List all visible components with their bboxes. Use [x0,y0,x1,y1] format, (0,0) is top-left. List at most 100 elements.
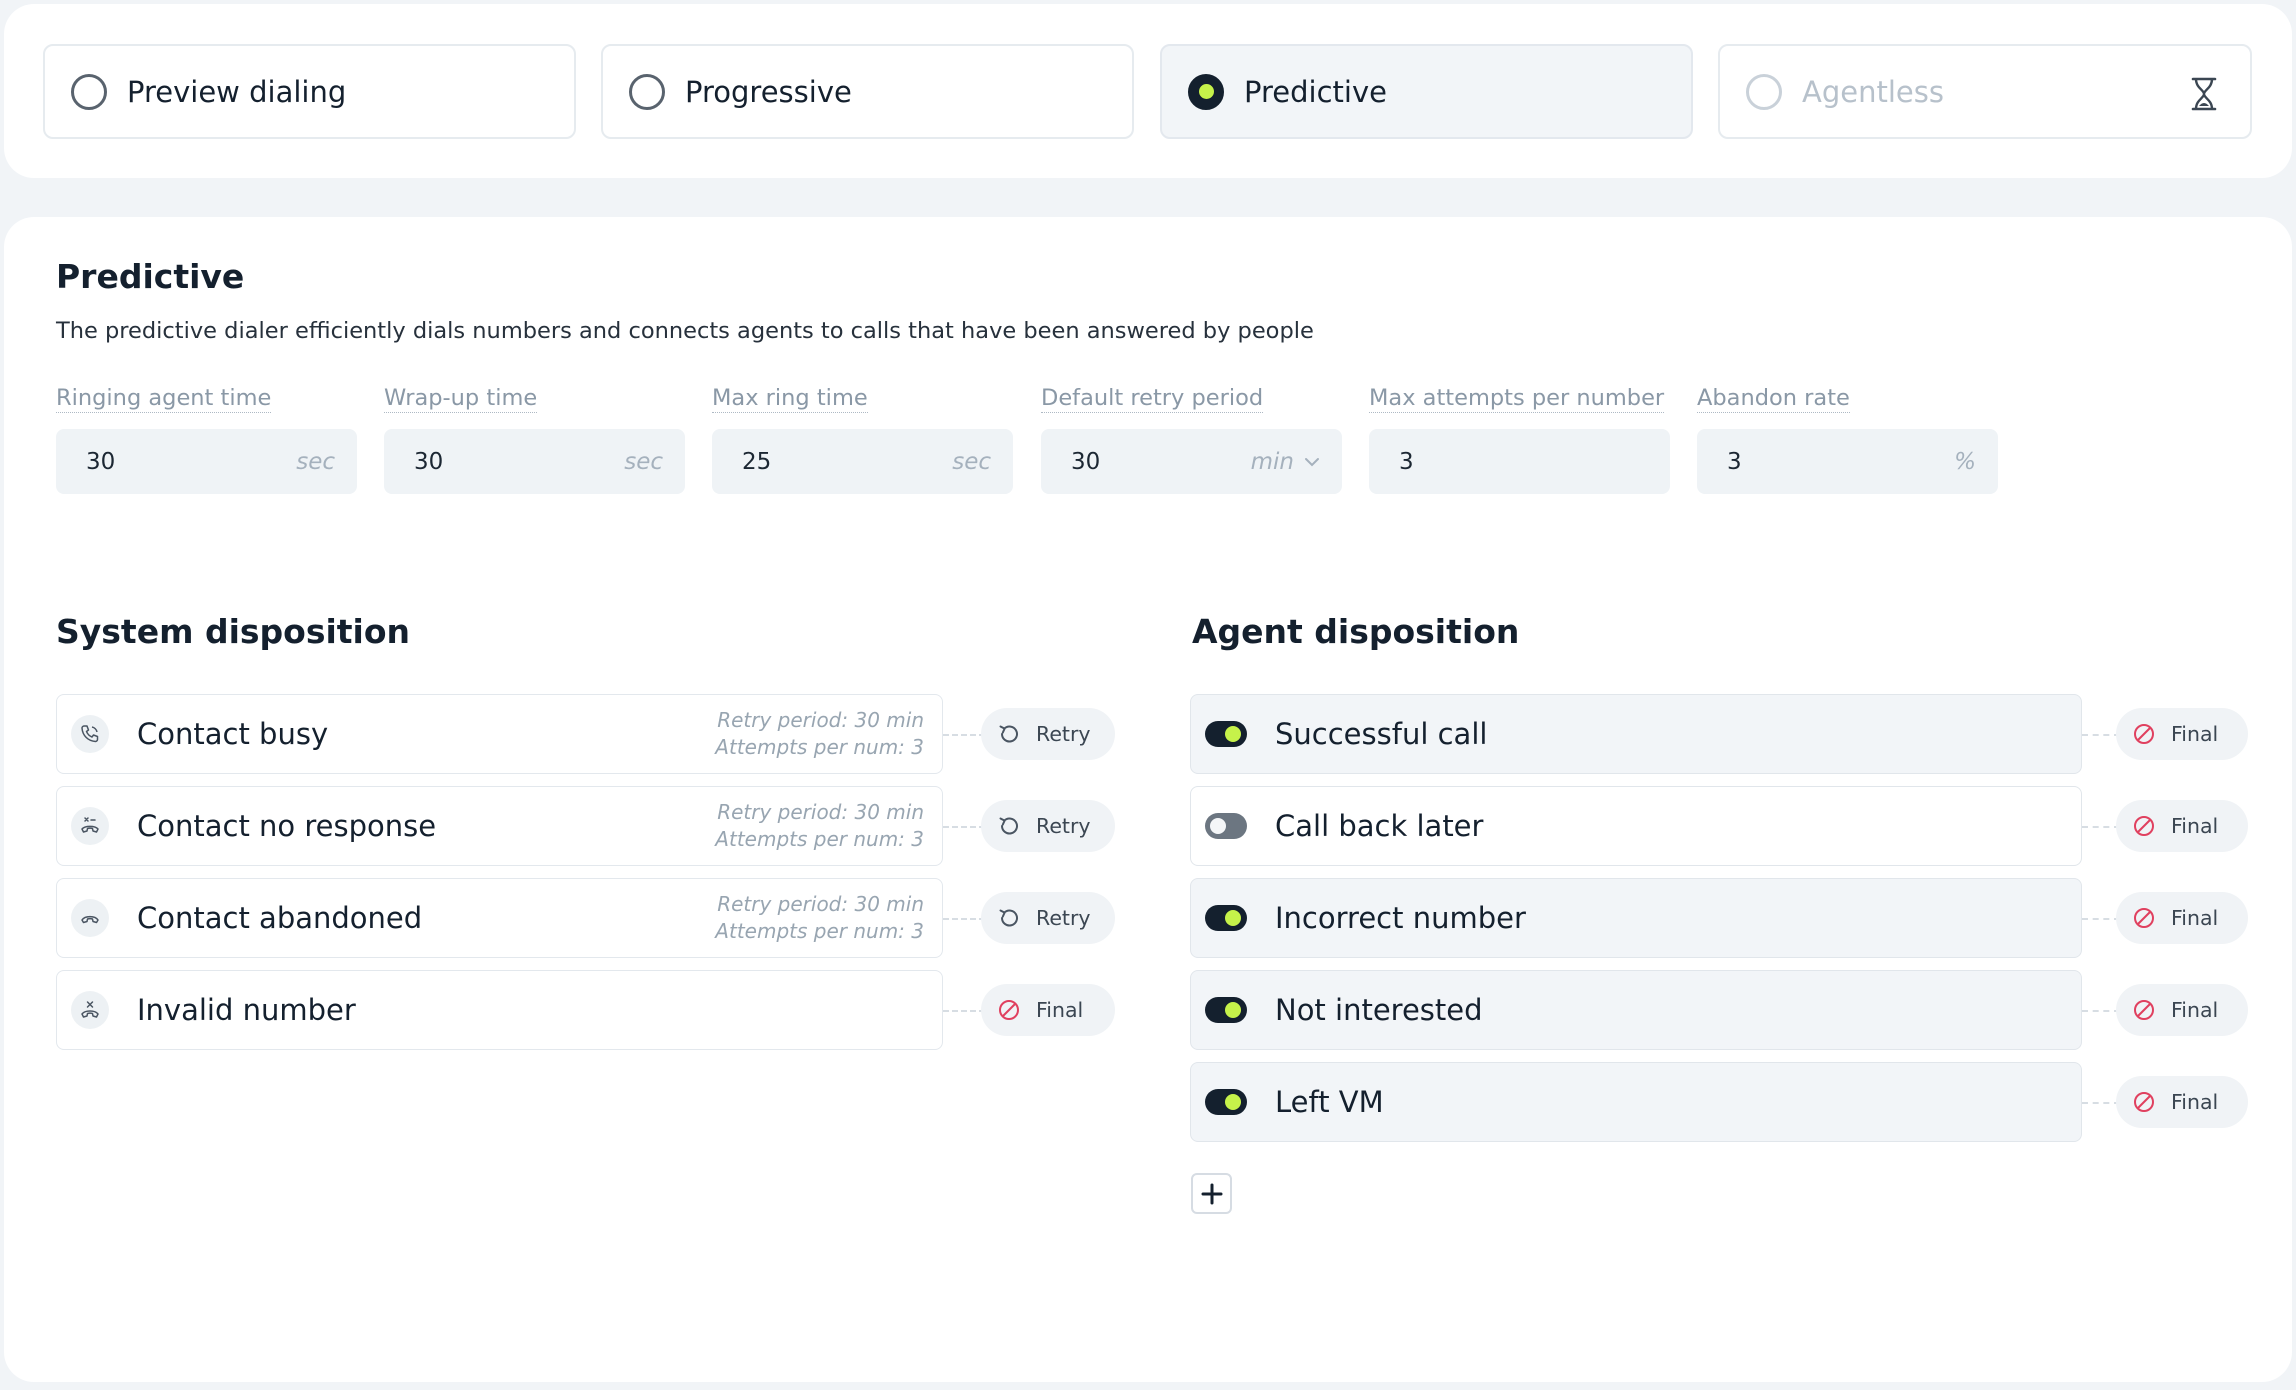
section-title: Predictive [56,257,245,296]
disposition-label: Contact abandoned [137,901,423,935]
toggle-switch[interactable] [1205,813,1247,839]
retry-icon [999,909,1018,927]
field-label: Max ring time [712,385,868,413]
connector-line [2082,1102,2120,1104]
retry-action-button[interactable]: Retry [981,892,1115,944]
final-action-button[interactable]: Final [2116,1076,2248,1128]
field-label: Wrap-up time [384,385,538,413]
mode-label: Preview dialing [127,74,347,109]
action-label: Final [2171,906,2219,930]
final-action-button[interactable]: Final [2116,984,2248,1036]
add-disposition-button[interactable] [1191,1173,1232,1214]
disposition-label: Not interested [1275,993,1483,1027]
agent-disposition-row: Left VM [1190,1062,2082,1142]
field-label: Max attempts per number [1369,385,1665,413]
connector-line [2082,826,2120,828]
action-label: Retry [1036,814,1091,838]
field-max-attempts: Max attempts per number 3 [1369,385,1670,494]
retry-action-button[interactable]: Retry [981,800,1115,852]
system-disposition-row: Contact abandoned Retry period: 30 min At… [56,878,943,958]
toggle-switch[interactable] [1205,1089,1247,1115]
mode-label: Progressive [685,74,852,109]
dialing-mode-card: Preview dialing Progressive Predictive A… [4,4,2292,178]
field-unit: min [1250,448,1294,475]
mode-option-agentless[interactable]: Agentless [1718,44,2252,139]
predictive-settings-card: Predictive The predictive dialer efficie… [4,217,2292,1382]
connector-line [943,826,985,828]
field-wrap-up-time: Wrap-up time 30 sec [384,385,685,494]
system-disposition-row: Contact no response Retry period: 30 min… [56,786,943,866]
field-value: 3 [1727,448,1742,475]
system-disposition-row: Invalid number [56,970,943,1050]
final-block-icon [2134,1000,2154,1020]
final-action-button[interactable]: Final [2116,892,2248,944]
mode-label: Agentless [1802,74,1944,109]
mode-label: Predictive [1244,74,1387,109]
retry-meta: Retry period: 30 min Attempts per num: 3 [715,892,924,943]
max-attempts-input[interactable]: 3 [1369,429,1670,494]
mode-option-progressive[interactable]: Progressive [601,44,1134,139]
ringing-agent-time-input[interactable]: 30 sec [56,429,357,494]
chevron-down-icon [1305,457,1319,466]
action-label: Final [1036,998,1084,1022]
agent-disposition-row: Not interested [1190,970,2082,1050]
radio-icon [1746,73,1782,110]
retry-meta: Retry period: 30 min Attempts per num: 3 [715,800,924,851]
field-abandon-rate: Abandon rate 3 % [1697,385,1998,494]
final-action-button[interactable]: Final [2116,708,2248,760]
phone-invalid-icon [71,991,109,1029]
retry-icon [999,817,1018,835]
toggle-switch[interactable] [1205,997,1247,1023]
action-label: Final [2171,998,2219,1022]
final-action-button[interactable]: Final [981,984,1115,1036]
disposition-label: Successful call [1275,717,1488,751]
field-value: 30 [1071,448,1101,475]
phone-no-response-icon [71,807,109,845]
radio-icon [629,73,665,110]
abandon-rate-input[interactable]: 3 % [1697,429,1998,494]
disposition-label: Call back later [1275,809,1484,843]
system-disposition-row: Contact busy Retry period: 30 min Attempt… [56,694,943,774]
disposition-label: Incorrect number [1275,901,1526,935]
field-label: Default retry period [1041,385,1264,413]
hourglass-icon [2191,77,2217,111]
final-block-icon [999,1000,1019,1020]
connector-line [2082,734,2120,736]
field-value: 30 [414,448,444,475]
field-value: 30 [86,448,116,475]
connector-line [2082,1010,2120,1012]
field-max-ring-time: Max ring time 25 sec [712,385,1013,494]
unit-select[interactable]: min [1251,449,1320,475]
section-description: The predictive dialer efficiently dials … [56,318,1314,344]
disposition-label: Invalid number [137,993,356,1027]
field-ringing-agent-time: Ringing agent time 30 sec [56,385,357,494]
retry-action-button[interactable]: Retry [981,708,1115,760]
connector-line [2082,918,2120,920]
mode-option-preview-dialing[interactable]: Preview dialing [43,44,576,139]
agent-disposition-row: Call back later [1190,786,2082,866]
final-block-icon [2134,908,2154,928]
final-block-icon [2134,724,2154,744]
default-retry-period-input[interactable]: 30 min [1041,429,1342,494]
phone-hangup-icon [71,899,109,937]
field-unit: sec [952,448,991,475]
agent-disposition-title: Agent disposition [1192,612,1520,651]
action-label: Retry [1036,906,1091,930]
max-ring-time-input[interactable]: 25 sec [712,429,1013,494]
toggle-switch[interactable] [1205,721,1247,747]
connector-line [943,734,985,736]
action-label: Final [2171,814,2219,838]
field-value: 3 [1399,448,1414,475]
toggle-switch[interactable] [1205,905,1247,931]
field-unit: % [1954,448,1976,475]
final-action-button[interactable]: Final [2116,800,2248,852]
connector-line [943,918,985,920]
retry-icon [999,725,1018,743]
agent-disposition-row: Incorrect number [1190,878,2082,958]
mode-option-predictive[interactable]: Predictive [1160,44,1693,139]
wrap-up-time-input[interactable]: 30 sec [384,429,685,494]
agent-disposition-row: Successful call [1190,694,2082,774]
radio-selected-icon [1188,73,1224,110]
disposition-label: Contact busy [137,717,329,751]
phone-busy-icon [71,715,109,753]
